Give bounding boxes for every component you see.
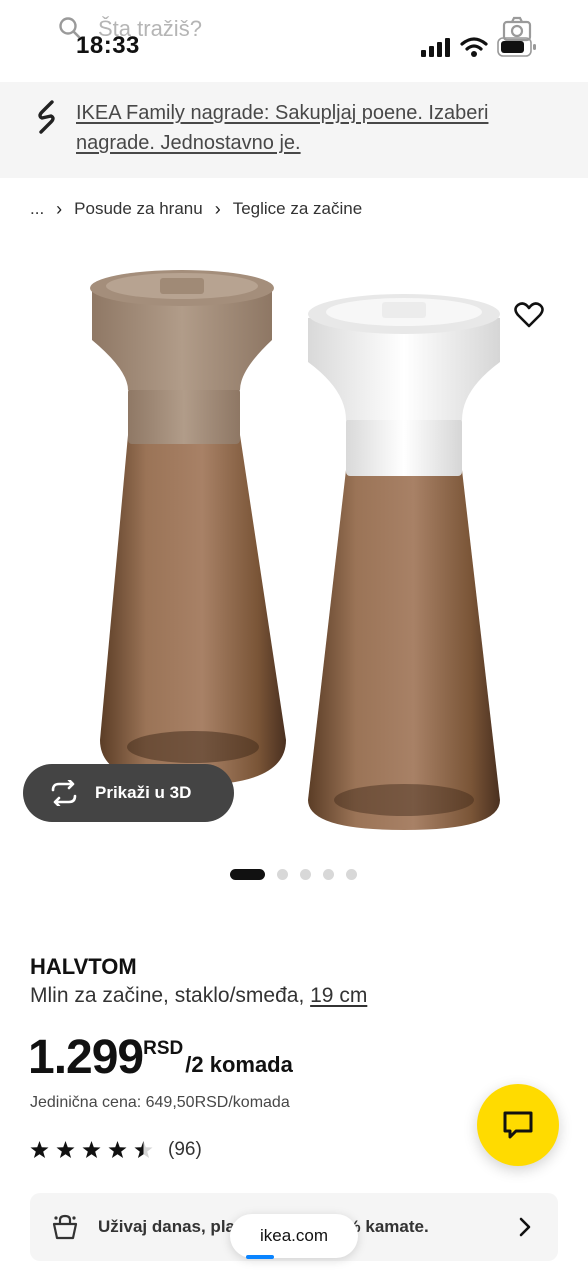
breadcrumb-item-posude[interactable]: Posude za hranu xyxy=(74,199,203,219)
star-full-icon xyxy=(30,1141,49,1159)
favorite-heart-icon[interactable] xyxy=(514,301,544,334)
shopping-bag-icon xyxy=(52,1214,78,1240)
breadcrumb-ellipsis[interactable]: ... xyxy=(30,199,44,219)
battery-icon xyxy=(497,37,537,62)
view-3d-label: Prikaži u 3D xyxy=(95,783,192,802)
star-half-icon xyxy=(134,1141,153,1159)
review-count[interactable]: (96) xyxy=(168,1139,202,1161)
carousel-dot-active[interactable] xyxy=(230,869,265,880)
family-link-icon xyxy=(34,100,60,139)
view-3d-button[interactable]: Prikaži u 3D xyxy=(23,764,234,822)
top-bar: Šta tražiš? 18:33 xyxy=(0,0,588,80)
star-full-icon xyxy=(82,1141,101,1159)
carousel-dot[interactable] xyxy=(346,869,357,880)
banner-link-text[interactable]: IKEA Family nagrade: Sakupljaj poene. Iz… xyxy=(76,98,546,158)
chat-button[interactable] xyxy=(477,1084,559,1166)
product-price: 1.299 RSD /2 komada xyxy=(28,1030,293,1086)
product-name: HALVTOM xyxy=(30,954,137,979)
product-size-link[interactable]: 19 cm xyxy=(310,984,367,1007)
chevron-right-icon: › xyxy=(56,198,63,219)
product-description-text: Mlin za začine, staklo/smeđa, xyxy=(30,984,311,1007)
browser-url-pill[interactable]: ikea.com xyxy=(230,1214,358,1258)
breadcrumb-item-teglice[interactable]: Teglice za začine xyxy=(233,199,362,219)
cellular-signal-icon xyxy=(421,38,451,63)
chevron-right-icon: › xyxy=(214,198,221,219)
price-unit: /2 komada xyxy=(185,1052,293,1077)
status-time: 18:33 xyxy=(76,32,140,59)
product-description: Mlin za začine, staklo/smeđa, 19 cm xyxy=(30,984,367,1008)
rotate-3d-icon xyxy=(51,780,77,806)
wifi-icon xyxy=(460,36,488,63)
family-rewards-banner[interactable]: IKEA Family nagrade: Sakupljaj poene. Iz… xyxy=(0,82,588,178)
chevron-right-icon xyxy=(519,1217,531,1237)
unit-price: Jedinična cena: 649,50RSD/komada xyxy=(30,1094,290,1111)
browser-url-text[interactable]: ikea.com xyxy=(260,1226,328,1246)
star-full-icon xyxy=(108,1141,127,1159)
price-amount: 1.299 xyxy=(28,1031,144,1084)
carousel-dot[interactable] xyxy=(277,869,288,880)
price-currency: RSD xyxy=(143,1038,184,1059)
product-rating[interactable]: (96) xyxy=(30,1139,202,1161)
breadcrumb: ... › Posude za hranu › Teglice za začin… xyxy=(30,198,362,220)
carousel-dot[interactable] xyxy=(323,869,334,880)
page-load-progress xyxy=(246,1255,274,1259)
carousel-dots xyxy=(230,869,369,880)
carousel-dot[interactable] xyxy=(300,869,311,880)
star-full-icon xyxy=(56,1141,75,1159)
chat-bubble-icon xyxy=(503,1111,533,1139)
